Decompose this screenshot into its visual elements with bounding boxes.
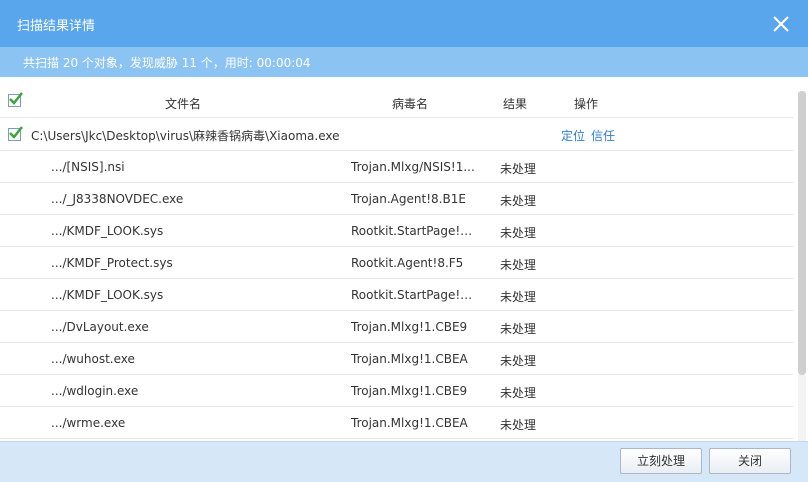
table-row[interactable]: .../KMDF_Protect.sys Rootkit.Agent!8.F5 未处… — [0, 247, 793, 279]
row-file-name: .../DvLayout.exe — [51, 320, 149, 334]
close-button[interactable]: 关闭 — [709, 448, 791, 474]
row-result: 未处理 — [500, 354, 537, 368]
row-file-name: .../KMDF_Protect.sys — [51, 256, 173, 270]
row-result: 未处理 — [500, 226, 537, 240]
table-row[interactable]: .../wuhost.exe Trojan.Mlxg!1.CBEA 未处理 — [0, 343, 793, 375]
dialog-footer: 立刻处理 关闭 — [0, 441, 808, 482]
row-result: 未处理 — [500, 258, 537, 272]
scan-summary-text: 共扫描 20 个对象，发现威胁 11 个，用时: 00:00:04 — [23, 56, 311, 70]
row-result: 未处理 — [500, 194, 537, 208]
select-all-checkbox[interactable] — [8, 92, 23, 107]
row-result: 未处理 — [500, 322, 537, 336]
group-file-path: C:\Users\Jkc\Desktop\virus\麻辣香锅病毒\Xiaoma… — [31, 129, 340, 143]
column-header-file[interactable]: 文件名 — [165, 95, 201, 112]
row-file-name: .../[NSIS].nsi — [51, 160, 125, 174]
row-file-name: .../wuhost.exe — [51, 352, 135, 366]
close-icon[interactable] — [770, 13, 792, 35]
table-row[interactable]: .../KMDF_LOOK.sys Rootkit.StartPage!1... 未… — [0, 279, 793, 311]
row-virus-name: Rootkit.StartPage!1... — [351, 224, 479, 238]
table-row[interactable]: .../wrme.exe Trojan.Mlxg!1.CBEA 未处理 — [0, 407, 793, 439]
scan-summary-bar: 共扫描 20 个对象，发现威胁 11 个，用时: 00:00:04 — [0, 47, 808, 77]
row-result: 未处理 — [500, 290, 537, 304]
row-file-name: .../KMDF_LOOK.sys — [51, 224, 164, 238]
group-checkbox[interactable] — [8, 126, 23, 141]
row-result: 未处理 — [500, 162, 537, 176]
window-title: 扫描结果详情 — [17, 19, 96, 34]
row-virus-name: Trojan.Agent!8.B1E — [351, 192, 466, 206]
row-virus-name: Trojan.Mlxg!1.CBEA — [351, 416, 468, 430]
row-virus-name: Trojan.Mlxg!1.CBE9 — [351, 320, 468, 334]
threat-list: 文件名 病毒名 结果 操作 C:\Users\Jkc\Desktop\virus… — [0, 77, 808, 441]
column-header-virus[interactable]: 病毒名 — [392, 95, 428, 112]
process-now-button[interactable]: 立刻处理 — [620, 448, 702, 474]
row-virus-name: Trojan.Mlxg!1.CBE9 — [351, 384, 468, 398]
checkmark-icon — [9, 92, 23, 105]
trust-link[interactable]: 信任 — [591, 127, 615, 144]
scrollbar-thumb[interactable] — [798, 91, 806, 375]
table-row[interactable]: .../[NSIS].nsi Trojan.Mlxg/NSIS!1... 未处理 — [0, 151, 793, 183]
table-row[interactable]: .../wdlogin.exe Trojan.Mlxg!1.CBE9 未处理 — [0, 375, 793, 407]
row-virus-name: Trojan.Mlxg!1.CBEA — [351, 352, 468, 366]
row-file-name: .../wdlogin.exe — [51, 384, 139, 398]
list-header: 文件名 病毒名 结果 操作 — [0, 87, 793, 118]
row-result: 未处理 — [500, 418, 537, 432]
vertical-scrollbar[interactable] — [798, 91, 806, 441]
row-virus-name: Rootkit.StartPage!1... — [351, 288, 479, 302]
column-header-action: 操作 — [574, 97, 599, 111]
table-row[interactable]: .../DvLayout.exe Trojan.Mlxg!1.CBE9 未处理 — [0, 311, 793, 343]
row-file-name: .../_J8338NOVDEC.exe — [51, 192, 184, 206]
row-file-name: .../KMDF_LOOK.sys — [51, 288, 164, 302]
window-titlebar: 扫描结果详情 — [0, 0, 808, 47]
row-file-name: .../wrme.exe — [51, 416, 126, 430]
row-virus-name: Trojan.Mlxg/NSIS!1... — [351, 160, 475, 174]
checkmark-icon — [9, 126, 23, 139]
table-row[interactable]: .../_J8338NOVDEC.exe Trojan.Agent!8.B1E 未处… — [0, 183, 793, 215]
column-header-result[interactable]: 结果 — [503, 95, 527, 112]
row-virus-name: Rootkit.Agent!8.F5 — [351, 256, 464, 270]
threat-group-row: C:\Users\Jkc\Desktop\virus\麻辣香锅病毒\Xiaoma… — [0, 118, 793, 151]
row-result: 未处理 — [500, 386, 537, 400]
locate-link[interactable]: 定位 — [561, 127, 585, 144]
table-row[interactable]: .../KMDF_LOOK.sys Rootkit.StartPage!1... 未… — [0, 215, 793, 247]
